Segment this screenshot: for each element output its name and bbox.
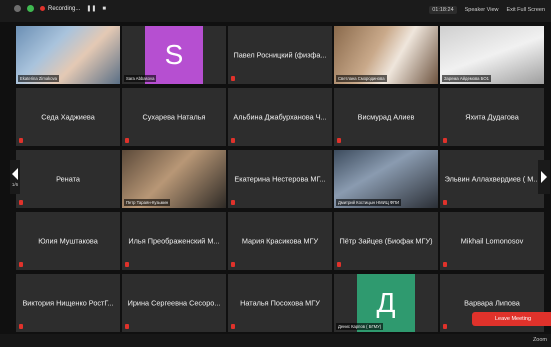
participant-name: Альбина Джабурханова Ч... [233,112,327,122]
top-bar: Recording... ❚❚ ■ 01:18:24 Speaker View … [0,0,551,22]
participant-tile[interactable]: Эльвин Аллахвердиев ( М... [440,150,544,208]
participant-tile[interactable]: Сухарева Наталья [122,88,226,146]
participant-label: Зарема Айдемова БО1 [442,75,491,82]
info-icon[interactable] [14,5,21,12]
muted-mic-icon [125,324,129,329]
participant-name: Мария Красикова МГУ [241,236,319,246]
participant-tile[interactable]: S Sara Abbasova [122,26,226,84]
participant-tile[interactable]: Юлия Муштакова [16,212,120,270]
participant-tile[interactable]: Седа Хаджиева [16,88,120,146]
muted-mic-icon [19,200,23,205]
muted-mic-icon [443,262,447,267]
participant-name: Виктория Нищенко РостГ... [22,298,114,308]
muted-mic-icon [231,76,235,81]
participant-name: Mikhail Lomonosov [460,236,524,246]
muted-mic-icon [231,138,235,143]
participant-name: Сухарева Наталья [142,112,206,122]
participant-name: Висмурад Алиев [357,112,415,122]
previous-page-button[interactable]: 1/6 [10,160,20,194]
chevron-left-icon [12,167,18,180]
muted-mic-icon [19,262,23,267]
speaker-view-button[interactable]: Speaker View [465,7,499,13]
participant-label: Дмитрий Костицын НМИЦ ФПИ [336,199,402,206]
exit-full-screen-button[interactable]: Exit Full Screen [506,7,545,13]
participant-tile[interactable]: Альбина Джабурханова Ч... [228,88,332,146]
muted-mic-icon [443,200,447,205]
muted-mic-icon [443,138,447,143]
stop-recording-button[interactable]: ■ [102,6,106,12]
recording-dot-icon [40,6,45,11]
muted-mic-icon [337,138,341,143]
participant-tile[interactable]: Яхита Дудагова [440,88,544,146]
participant-tile[interactable]: Дмитрий Костицын НМИЦ ФПИ [334,150,438,208]
participant-tile[interactable]: Рената [16,150,120,208]
participant-tile[interactable]: Виктория Нищенко РостГ... [16,274,120,332]
muted-mic-icon [19,138,23,143]
participant-name: Екатерина Нестерова МГ... [234,174,326,184]
participant-name: Павел Росницкий (физфа... [233,50,327,60]
page-indicator: 1/6 [11,181,19,187]
muted-mic-icon [231,262,235,267]
participant-label: Петр Тараян-Кузьмин [124,199,171,206]
bottom-bar: Zoom [0,334,551,347]
participant-tile[interactable]: Висмурад Алиев [334,88,438,146]
muted-mic-icon [231,200,235,205]
participant-tile[interactable]: Петр Тараян-Кузьмин [122,150,226,208]
participant-name: Наталья Посохова МГУ [240,298,320,308]
participant-name: Эльвин Аллахвердиев ( М... [444,174,540,184]
muted-mic-icon [231,324,235,329]
participant-name: Яхита Дудагова [465,112,519,122]
leave-meeting-button[interactable]: Leave Meeting [472,312,551,326]
participant-tile[interactable]: Илья Преображенский М... [122,212,226,270]
participant-name: Седа Хаджиева [41,112,95,122]
participant-grid: Ekaterina Zimakova S Sara Abbasova Павел Ро… [16,26,545,332]
participant-label: Ekaterina Zimakova [18,75,60,82]
participant-name: Варвара Липова [464,298,520,308]
next-page-button[interactable] [538,160,550,194]
muted-mic-icon [125,262,129,267]
participant-name: Илья Преображенский М... [128,236,220,246]
participant-tile[interactable]: Д Денис Карпов ( БГМУ) [334,274,438,332]
chevron-right-icon [541,171,547,183]
muted-mic-icon [125,138,129,143]
pause-recording-button[interactable]: ❚❚ [86,5,96,12]
participant-tile[interactable]: Павел Росницкий (физфа... [228,26,332,84]
muted-mic-icon [337,262,341,267]
security-shield-icon[interactable] [27,5,34,12]
muted-mic-icon [443,324,447,329]
muted-mic-icon [19,324,23,329]
participant-name: Рената [56,174,80,184]
participant-tile[interactable]: Наталья Посохова МГУ [228,274,332,332]
participant-name: Юлия Муштакова [38,236,98,246]
participant-tile[interactable]: Пётр Зайцев (Биофак МГУ) [334,212,438,270]
participant-label: Денис Карпов ( БГМУ) [336,323,384,330]
recording-indicator: Recording... [40,6,80,12]
meeting-timer: 01:18:24 [429,6,457,14]
recording-label: Recording... [48,5,81,12]
participant-tile[interactable]: Мария Красикова МГУ [228,212,332,270]
participant-tile[interactable]: Mikhail Lomonosov [440,212,544,270]
participant-tile[interactable]: Екатерина Нестерова МГ... [228,150,332,208]
participant-tile[interactable]: Ekaterina Zimakova [16,26,120,84]
view-controls: 01:18:24 Speaker View Exit Full Screen [429,6,545,14]
window-controls: Recording... ❚❚ ■ [14,5,106,12]
participant-name: Пётр Зайцев (Биофак МГУ) [339,236,433,246]
participant-tile[interactable]: Зарема Айдемова БО1 [440,26,544,84]
participant-tile[interactable]: Ирина Сергеевна Сесоро... [122,274,226,332]
participant-label: Светлана Смородинова [336,75,387,82]
participant-label: Sara Abbasova [124,75,157,82]
participant-name: Ирина Сергеевна Сесоро... [127,298,221,308]
participant-tile[interactable]: Светлана Смородинова [334,26,438,84]
zoom-label: Zoom [532,337,547,343]
